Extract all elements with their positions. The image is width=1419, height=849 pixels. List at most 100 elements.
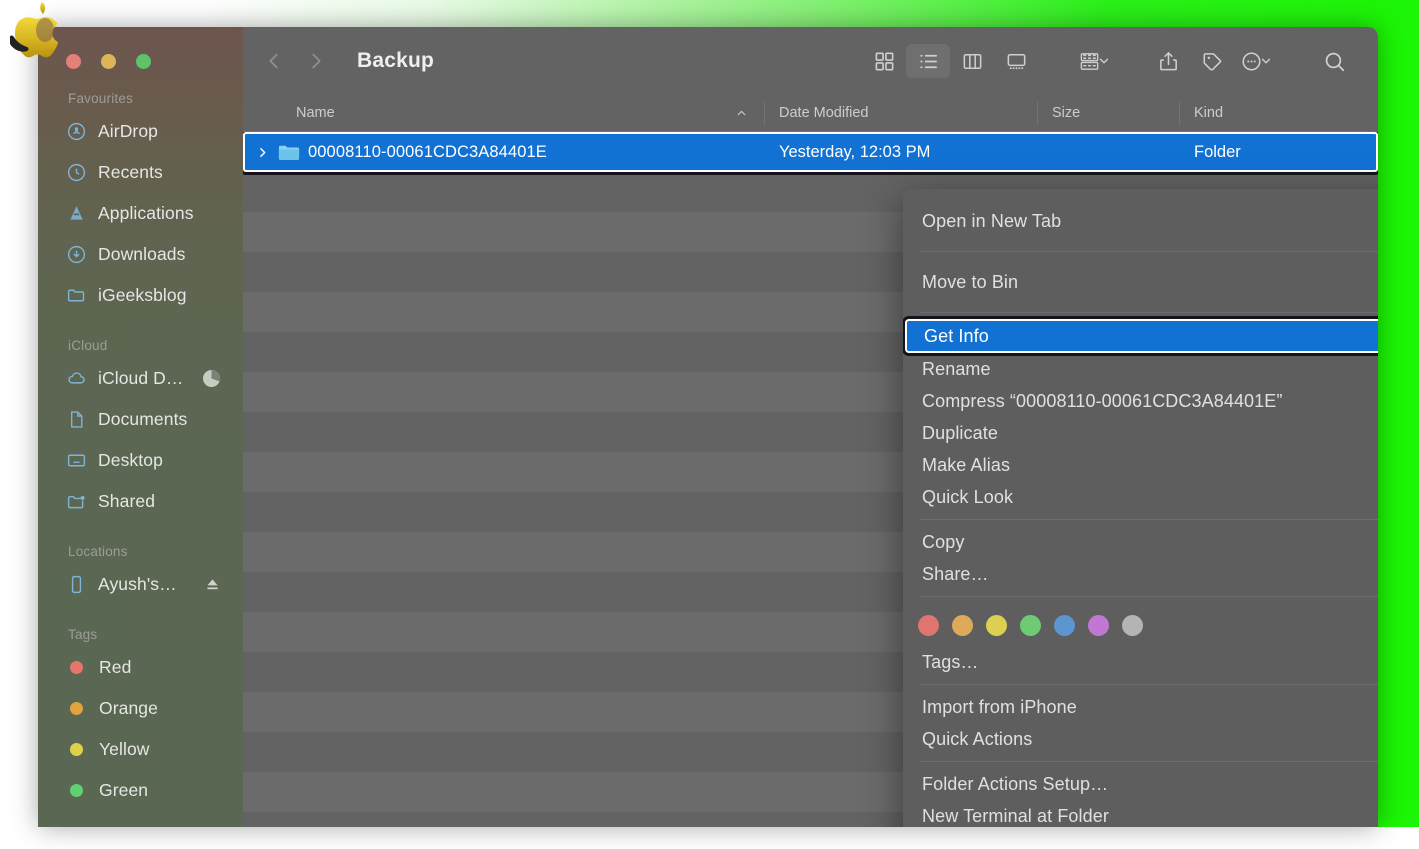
sidebar-item-ayushs-device[interactable]: Ayush's…	[38, 564, 243, 605]
menu-item-folder-actions-setup[interactable]: Folder Actions Setup…	[903, 768, 1378, 800]
tag-button[interactable]	[1190, 44, 1234, 78]
eject-icon[interactable]	[204, 576, 221, 593]
folder-icon	[278, 143, 300, 162]
menu-item-rename[interactable]: Rename	[903, 353, 1378, 385]
menu-item-label: Move to Bin	[922, 271, 1019, 292]
menu-item-import-from-iphone[interactable]: Import from iPhone	[903, 691, 1378, 723]
sidebar-item-label: Applications	[98, 203, 194, 223]
apple-logo-icon	[9, 2, 59, 58]
zoom-button[interactable]	[136, 54, 151, 69]
menu-item-label: Open in New Tab	[922, 210, 1062, 231]
chevron-down-icon	[1259, 54, 1273, 68]
icon-view-button[interactable]	[862, 44, 906, 78]
sidebar-group-title: Locations	[68, 544, 128, 559]
sidebar-tag-orange[interactable]: Orange	[38, 688, 243, 729]
sidebar-tag-green[interactable]: Green	[38, 770, 243, 811]
back-button[interactable]	[263, 50, 285, 72]
menu-item-label: Copy	[922, 531, 965, 552]
column-header-date-modified[interactable]: Date Modified	[765, 95, 1038, 131]
file-name: 00008110-00061CDC3A84401E	[308, 142, 547, 161]
sidebar-group-title: Tags	[68, 627, 98, 642]
desktop-icon	[66, 450, 87, 471]
menu-item-share[interactable]: Share…	[903, 558, 1378, 590]
sidebar-item-label: AirDrop	[98, 121, 159, 141]
backdrop-right-edge	[1378, 0, 1419, 827]
forward-button[interactable]	[305, 50, 327, 72]
sidebar-item-label: Red	[99, 657, 132, 677]
shared-folder-icon	[66, 491, 87, 512]
sidebar-item-recents[interactable]: Recents	[38, 152, 243, 193]
group-by-button[interactable]	[1072, 44, 1116, 78]
cloud-icon	[66, 368, 87, 389]
disclosure-triangle-icon[interactable]	[255, 146, 270, 159]
menu-item-label: Import from iPhone	[922, 696, 1077, 717]
sidebar-item-label: Documents	[98, 409, 188, 429]
minimize-button[interactable]	[101, 54, 116, 69]
menu-item-label: Quick Look	[922, 486, 1014, 507]
column-header-kind[interactable]: Kind	[1180, 95, 1378, 131]
column-view-button[interactable]	[950, 44, 994, 78]
menu-separator	[920, 519, 1378, 520]
sidebar-group-title: Favourites	[68, 91, 134, 106]
column-label: Kind	[1194, 105, 1224, 121]
sidebar-tag-red[interactable]: Red	[38, 647, 243, 688]
menu-item-quick-actions[interactable]: Quick Actions	[903, 723, 1378, 755]
tag-swatch-1[interactable]	[952, 615, 973, 636]
sidebar-item-airdrop[interactable]: AirDrop	[38, 111, 243, 152]
menu-item-copy[interactable]: Copy	[903, 526, 1378, 558]
menu-item-label: Compress “00008110-00061CDC3A84401E”	[922, 390, 1283, 411]
search-button[interactable]	[1312, 44, 1356, 78]
list-view-button[interactable]	[906, 44, 950, 78]
airdrop-icon	[66, 121, 87, 142]
sidebar-tag-yellow[interactable]: Yellow	[38, 729, 243, 770]
sidebar-item-documents[interactable]: Documents	[38, 399, 243, 440]
menu-separator	[920, 684, 1378, 685]
menu-item-duplicate[interactable]: Duplicate	[903, 417, 1378, 449]
sidebar-group-title: iCloud	[68, 338, 108, 353]
sidebar-item-label: Green	[99, 780, 149, 800]
share-button[interactable]	[1146, 44, 1190, 78]
sidebar-item-shared[interactable]: Shared	[38, 481, 243, 522]
sidebar-item-label: iGeeksblog	[98, 285, 187, 305]
menu-item-tags[interactable]: Tags…	[903, 646, 1378, 678]
menu-item-get-info[interactable]: Get Info	[905, 319, 1378, 353]
finder-window: Favourites AirDrop Recents Applications …	[38, 27, 1378, 827]
sidebar-item-label: iCloud D…	[98, 368, 184, 388]
tag-swatch-6[interactable]	[1122, 615, 1143, 636]
menu-item-compress-00008110-00061cdc3a84401e[interactable]: Compress “00008110-00061CDC3A84401E”	[903, 385, 1378, 417]
sidebar-item-igeeksblog[interactable]: iGeeksblog	[38, 275, 243, 316]
sidebar-item-downloads[interactable]: Downloads	[38, 234, 243, 275]
menu-separator	[920, 312, 1378, 313]
context-menu: Open in New Tab Move to Bin Get Info Rename…	[903, 189, 1378, 827]
menu-item-quick-look[interactable]: Quick Look	[903, 481, 1378, 513]
chevron-down-icon	[1097, 54, 1111, 68]
sidebar-item-desktop[interactable]: Desktop	[38, 440, 243, 481]
menu-item-make-alias[interactable]: Make Alias	[903, 449, 1378, 481]
column-header-size[interactable]: Size	[1038, 95, 1180, 131]
table-row[interactable]: 00008110-00061CDC3A84401E Yesterday, 12:…	[243, 132, 1378, 172]
column-header-name[interactable]: Name	[243, 95, 765, 131]
sidebar-item-applications[interactable]: Applications	[38, 193, 243, 234]
tag-swatch-4[interactable]	[1054, 615, 1075, 636]
tag-swatch-5[interactable]	[1088, 615, 1109, 636]
sidebar-item-icloud-drive[interactable]: iCloud D…	[38, 358, 243, 399]
sidebar-item-label: Ayush's…	[98, 574, 177, 594]
sidebar-group-favourites: Favourites AirDrop Recents Applications …	[38, 91, 243, 316]
menu-item-open-in-new-tab[interactable]: Open in New Tab	[903, 197, 1378, 245]
menu-item-label: Tags…	[922, 651, 979, 672]
tag-swatch-3[interactable]	[1020, 615, 1041, 636]
menu-item-label: Make Alias	[922, 454, 1011, 475]
backdrop-bottom-white	[0, 827, 1419, 849]
cell-kind: Folder	[1194, 142, 1241, 161]
menu-item-label: Quick Actions	[922, 728, 1033, 749]
gallery-view-button[interactable]	[994, 44, 1038, 78]
sidebar-item-label: Shared	[98, 491, 156, 511]
menu-item-new-terminal-at-folder[interactable]: New Terminal at Folder	[903, 800, 1378, 827]
more-options-button[interactable]	[1234, 44, 1278, 78]
tag-color-swatches	[903, 603, 1378, 646]
menu-item-move-to-bin[interactable]: Move to Bin	[903, 258, 1378, 306]
tag-swatch-2[interactable]	[986, 615, 1007, 636]
download-icon	[66, 244, 87, 265]
tag-swatch-0[interactable]	[918, 615, 939, 636]
sidebar-item-label: Yellow	[99, 739, 150, 759]
